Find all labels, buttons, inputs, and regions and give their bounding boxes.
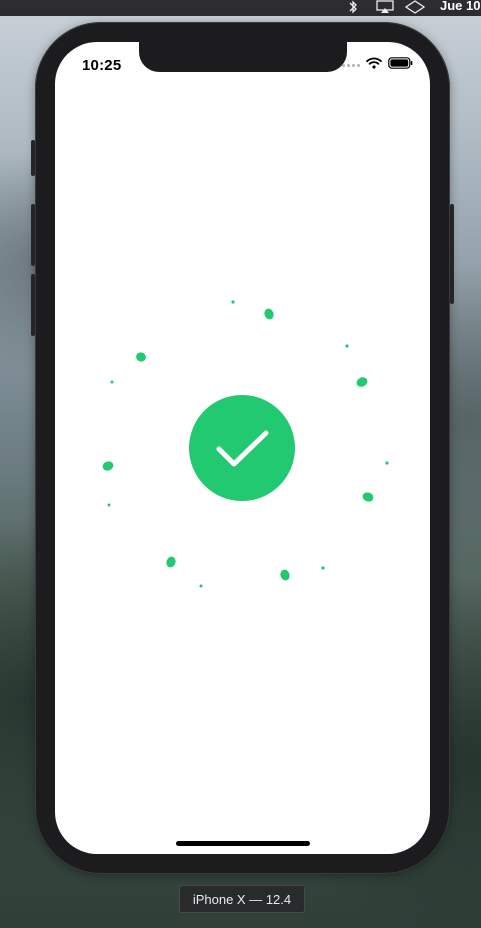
success-badge xyxy=(189,395,295,501)
bluetooth-icon[interactable] xyxy=(347,0,359,16)
mac-menubar: Jue 10 xyxy=(0,0,481,16)
menubar-clock[interactable]: Jue 10 xyxy=(440,0,480,16)
checkmark-icon xyxy=(216,430,269,467)
home-indicator[interactable] xyxy=(176,841,310,846)
diamond-icon[interactable] xyxy=(404,0,426,16)
power-button xyxy=(450,204,454,304)
simulator-device-label: iPhone X — 12.4 xyxy=(179,885,305,913)
airplay-icon[interactable] xyxy=(376,0,394,16)
phone-screen: 10:25 xyxy=(55,42,430,854)
